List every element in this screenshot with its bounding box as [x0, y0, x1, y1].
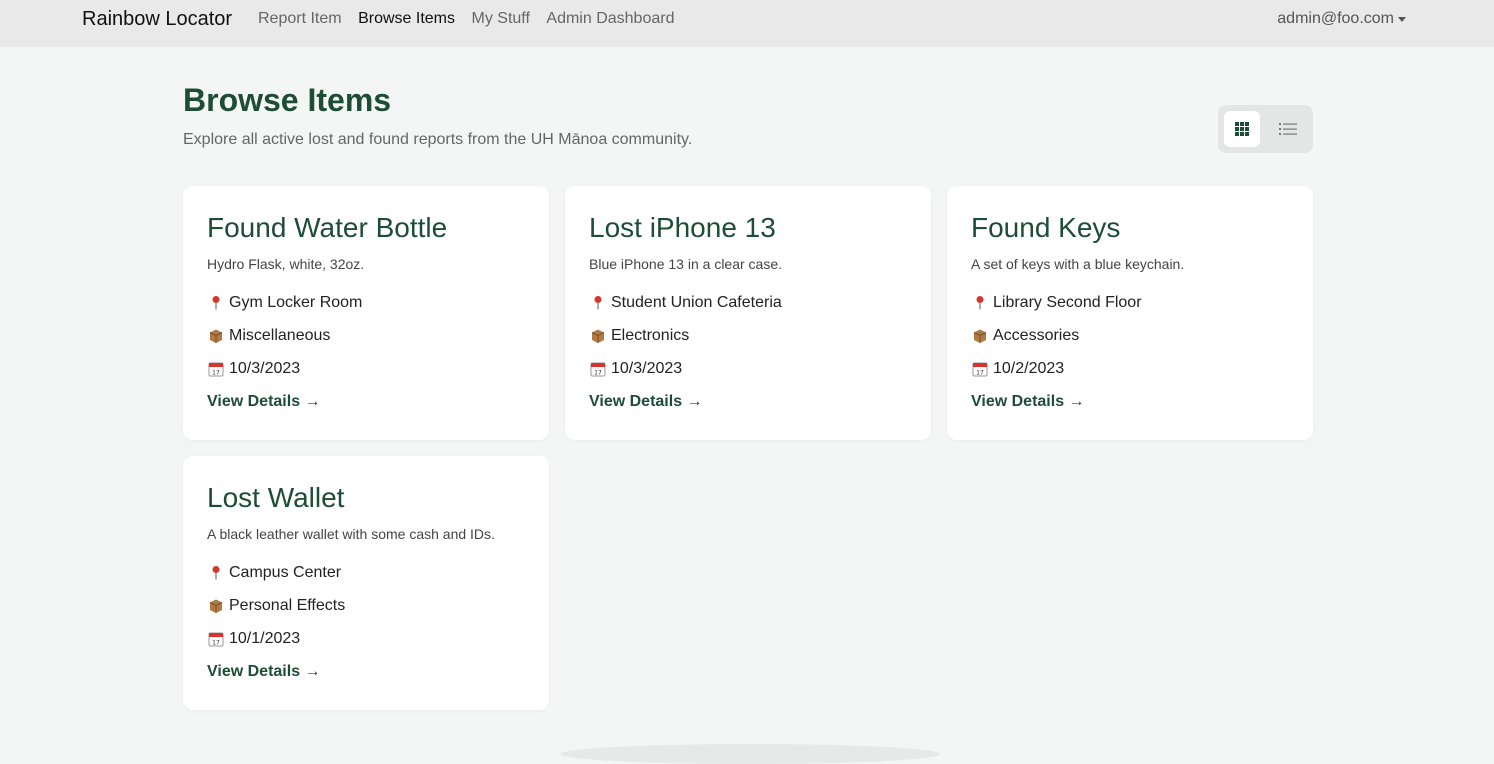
pin-icon: [207, 294, 225, 312]
item-location: Library Second Floor: [971, 294, 1142, 312]
top-navbar: Rainbow Locator Report Item Browse Items…: [0, 0, 1494, 47]
list-view-button[interactable]: [1270, 111, 1306, 147]
item-category: Electronics: [589, 327, 689, 345]
item-location: Campus Center: [207, 564, 341, 582]
list-icon: [1279, 123, 1297, 135]
user-email: admin@foo.com: [1277, 10, 1394, 27]
grid-view-button[interactable]: [1224, 111, 1260, 147]
item-card: Found Water Bottle Hydro Flask, white, 3…: [183, 186, 549, 440]
item-description: A set of keys with a blue keychain.: [971, 256, 1185, 272]
svg-text:17: 17: [976, 370, 984, 377]
item-category: Miscellaneous: [207, 327, 330, 345]
caret-down-icon: [1398, 17, 1406, 22]
brand-link[interactable]: Rainbow Locator: [82, 8, 232, 31]
item-title: Lost Wallet: [207, 482, 345, 513]
calendar-icon: 17: [207, 630, 225, 648]
page-title: Browse Items: [183, 82, 392, 118]
item-location: Student Union Cafeteria: [589, 294, 782, 312]
item-card: Found Keys A set of keys with a blue key…: [947, 186, 1313, 440]
item-title: Lost iPhone 13: [589, 212, 776, 243]
item-date: 17 10/1/2023: [207, 630, 300, 648]
item-location: Gym Locker Room: [207, 294, 362, 312]
item-description: Blue iPhone 13 in a clear case.: [589, 256, 783, 272]
view-details-link[interactable]: View Details →: [971, 393, 1085, 411]
nav-browse-items[interactable]: Browse Items: [358, 10, 455, 28]
pin-icon: [589, 294, 607, 312]
item-date: 17 10/3/2023: [207, 360, 300, 378]
view-toggle: [1218, 105, 1313, 153]
calendar-icon: 17: [971, 360, 989, 378]
item-category: Accessories: [971, 327, 1079, 345]
item-title: Found Water Bottle: [207, 212, 448, 243]
pin-icon: [971, 294, 989, 312]
svg-text:17: 17: [594, 370, 602, 377]
item-description: Hydro Flask, white, 32oz.: [207, 256, 365, 272]
calendar-icon: 17: [589, 360, 607, 378]
view-details-link[interactable]: View Details →: [207, 393, 321, 411]
item-date: 17 10/3/2023: [589, 360, 682, 378]
item-category: Personal Effects: [207, 597, 345, 615]
item-card: Lost iPhone 13 Blue iPhone 13 in a clear…: [565, 186, 931, 440]
package-icon: [971, 327, 989, 345]
page-subtitle: Explore all active lost and found report…: [183, 131, 693, 148]
user-menu-dropdown[interactable]: admin@foo.com: [1277, 10, 1406, 28]
item-card: Lost Wallet A black leather wallet with …: [183, 456, 549, 710]
pin-icon: [207, 564, 225, 582]
footer-shadow: [560, 744, 940, 764]
item-title: Found Keys: [971, 212, 1121, 243]
nav-admin-dashboard[interactable]: Admin Dashboard: [546, 10, 674, 28]
item-date: 17 10/2/2023: [971, 360, 1064, 378]
package-icon: [207, 327, 225, 345]
nav-report-item[interactable]: Report Item: [258, 10, 342, 28]
calendar-icon: 17: [207, 360, 225, 378]
item-description: A black leather wallet with some cash an…: [207, 526, 495, 542]
svg-text:17: 17: [212, 370, 220, 377]
nav-links: Report Item Browse Items My Stuff Admin …: [258, 10, 691, 28]
grid-icon: [1235, 122, 1249, 136]
package-icon: [589, 327, 607, 345]
nav-my-stuff[interactable]: My Stuff: [472, 10, 530, 28]
view-details-link[interactable]: View Details →: [589, 393, 703, 411]
package-icon: [207, 597, 225, 615]
view-details-link[interactable]: View Details →: [207, 663, 321, 681]
svg-text:17: 17: [212, 640, 220, 647]
